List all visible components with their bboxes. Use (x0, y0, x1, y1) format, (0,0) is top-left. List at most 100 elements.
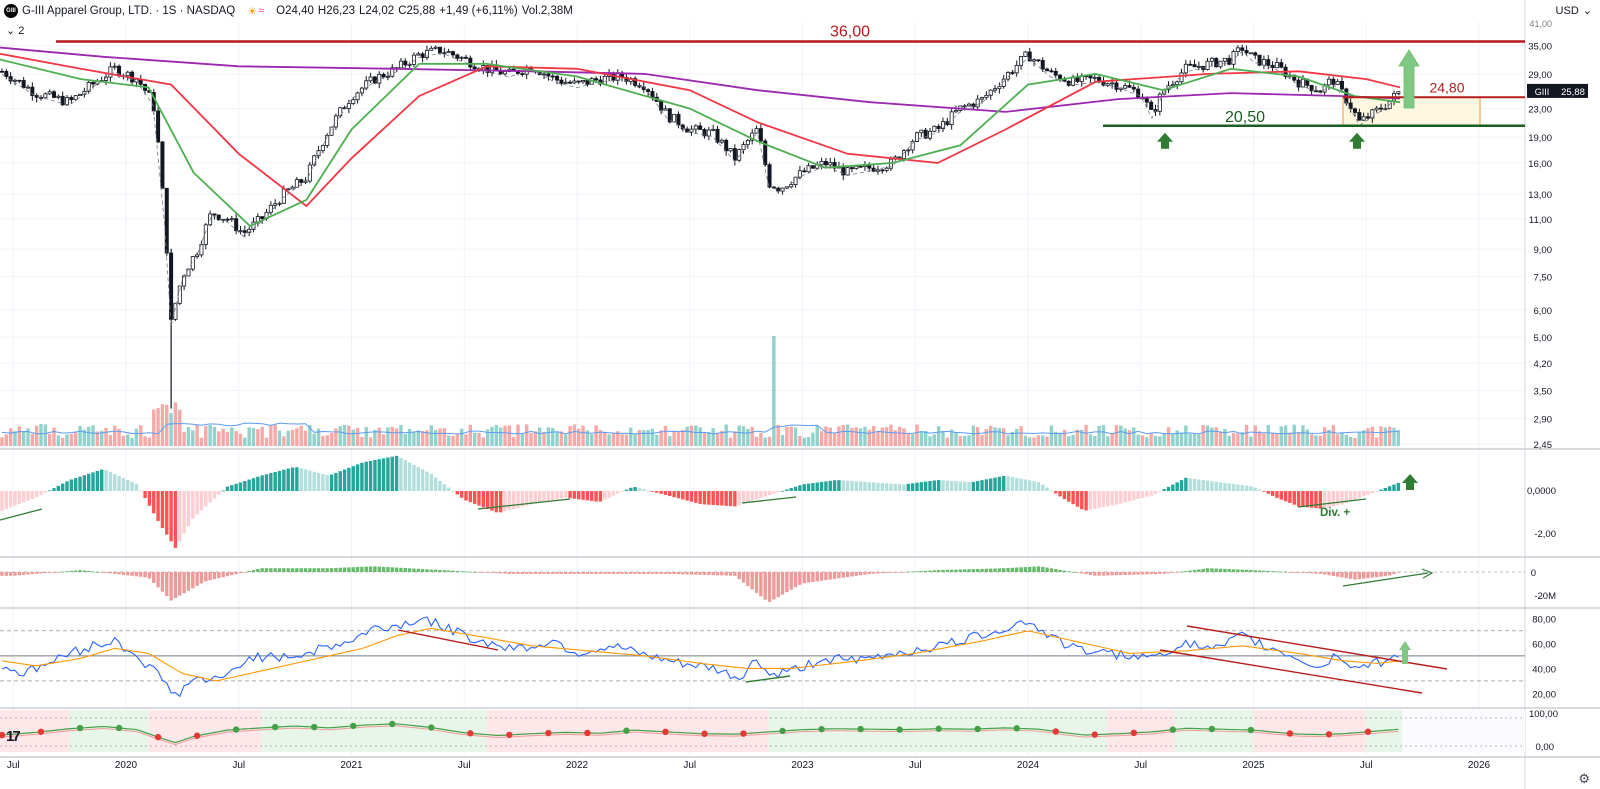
oscillator-bar (485, 572, 490, 573)
volume-bar (1062, 429, 1067, 446)
momentum-bar (251, 478, 256, 491)
momentum-bar (629, 487, 633, 491)
oscillator-bar (1032, 566, 1036, 572)
oscillator-bar (590, 572, 594, 574)
candle-body (1335, 80, 1340, 85)
candle-body (1361, 116, 1366, 121)
momentum-bar (893, 483, 898, 491)
volume-bar (967, 435, 971, 446)
volume-bar (1231, 432, 1236, 446)
momentum-bar (1353, 491, 1357, 500)
momentum-bar (1028, 480, 1032, 491)
momentum-bar (477, 491, 481, 506)
volume-bar (490, 426, 494, 446)
oscillator-bar (1296, 572, 1301, 573)
volume-bar (533, 431, 538, 446)
momentum-bar (1136, 491, 1140, 500)
momentum-bar (52, 488, 56, 491)
volume-bar (1119, 425, 1123, 446)
volume-bar (1166, 427, 1171, 446)
candle-body (1144, 98, 1149, 103)
settings-gear-icon[interactable]: ⚙ (1578, 771, 1590, 787)
oscillator-bar (238, 572, 243, 574)
volume-bar (590, 434, 594, 446)
volume-bar (607, 434, 611, 446)
volume-bar (221, 428, 225, 446)
volume-bar (1019, 426, 1023, 446)
candle-body (975, 98, 980, 108)
oscillator-bar (39, 572, 43, 574)
momentum-bar (785, 489, 789, 491)
candle-body (663, 108, 668, 111)
volume-bar (208, 425, 212, 446)
volume-bar (204, 426, 208, 446)
candle-body (1352, 108, 1357, 113)
momentum-bar (555, 491, 559, 500)
oscillator-bar (616, 572, 620, 574)
momentum-bar (412, 464, 416, 491)
candle-body (867, 164, 872, 169)
momentum-bar (1288, 491, 1292, 504)
volume-bar (1179, 432, 1184, 446)
momentum-bar (182, 491, 186, 534)
oscillator-bar (56, 572, 61, 573)
oscillator-bar (273, 568, 277, 572)
candle-body (442, 52, 447, 55)
oscillator-bar (858, 572, 863, 576)
divergence-line (741, 496, 797, 504)
oscillator-bar (386, 567, 390, 572)
oscillator-bar (1075, 572, 1080, 573)
momentum-bar (39, 491, 43, 495)
volume-bar (360, 437, 364, 446)
volume-bar (412, 432, 416, 446)
volume-bar (603, 431, 607, 446)
candle-body (745, 139, 750, 145)
momentum-bar (707, 491, 711, 505)
oscillator-bar (1266, 570, 1270, 572)
momentum-bar (577, 491, 581, 500)
momentum-bar (746, 491, 750, 503)
volume-bar (143, 436, 147, 446)
volume-bar (1140, 435, 1145, 446)
oscillator-bar (1327, 572, 1331, 576)
tradingview-logo[interactable]: 17 (6, 728, 21, 745)
oscillator-bar (1184, 571, 1188, 572)
volume-bar (52, 427, 56, 446)
oscillator-bar (1240, 569, 1244, 572)
candle-body (25, 86, 30, 89)
candle-body (693, 125, 698, 130)
candle-body (1331, 78, 1336, 85)
volume-bar (1093, 436, 1097, 446)
chart-canvas[interactable]: 36,00 20,50 24,80 Div. + 35,00 29,00 23,00 19… (0, 0, 1600, 789)
stochastic-signal-dot (974, 725, 981, 733)
momentum-bar (472, 491, 477, 504)
oscillator-bar (173, 572, 178, 599)
oscillator-bar (494, 572, 499, 574)
oscillator-bar (1292, 572, 1296, 573)
oscillator-bar (733, 572, 737, 576)
stochastic-signal-dot (193, 732, 201, 739)
support-bounce-arrow-icon (1157, 132, 1173, 149)
momentum-bar (1283, 491, 1288, 502)
momentum-up-arrow-icon (1402, 474, 1418, 490)
momentum-bar (1257, 489, 1262, 491)
momentum-bar (1301, 491, 1305, 507)
volume-bar (815, 425, 819, 446)
volume-bar (368, 437, 373, 446)
momentum-bar (1305, 491, 1309, 508)
momentum-bar (399, 458, 403, 491)
volume-bar (1379, 426, 1383, 446)
candle-body (962, 105, 967, 108)
momentum-bar (1080, 491, 1084, 510)
volume-bar (342, 424, 347, 446)
momentum-bar (967, 482, 971, 491)
candle-body (1114, 82, 1119, 90)
momentum-bar (143, 491, 147, 499)
candle-body (1240, 47, 1245, 51)
momentum-bar (1032, 481, 1036, 491)
candle-body (381, 73, 386, 78)
price-tick-label: 41,00 (1529, 19, 1552, 29)
candle-body (1196, 65, 1201, 68)
price-tick-label: 19,00 (1528, 133, 1552, 144)
oscillator-bar (928, 570, 932, 572)
